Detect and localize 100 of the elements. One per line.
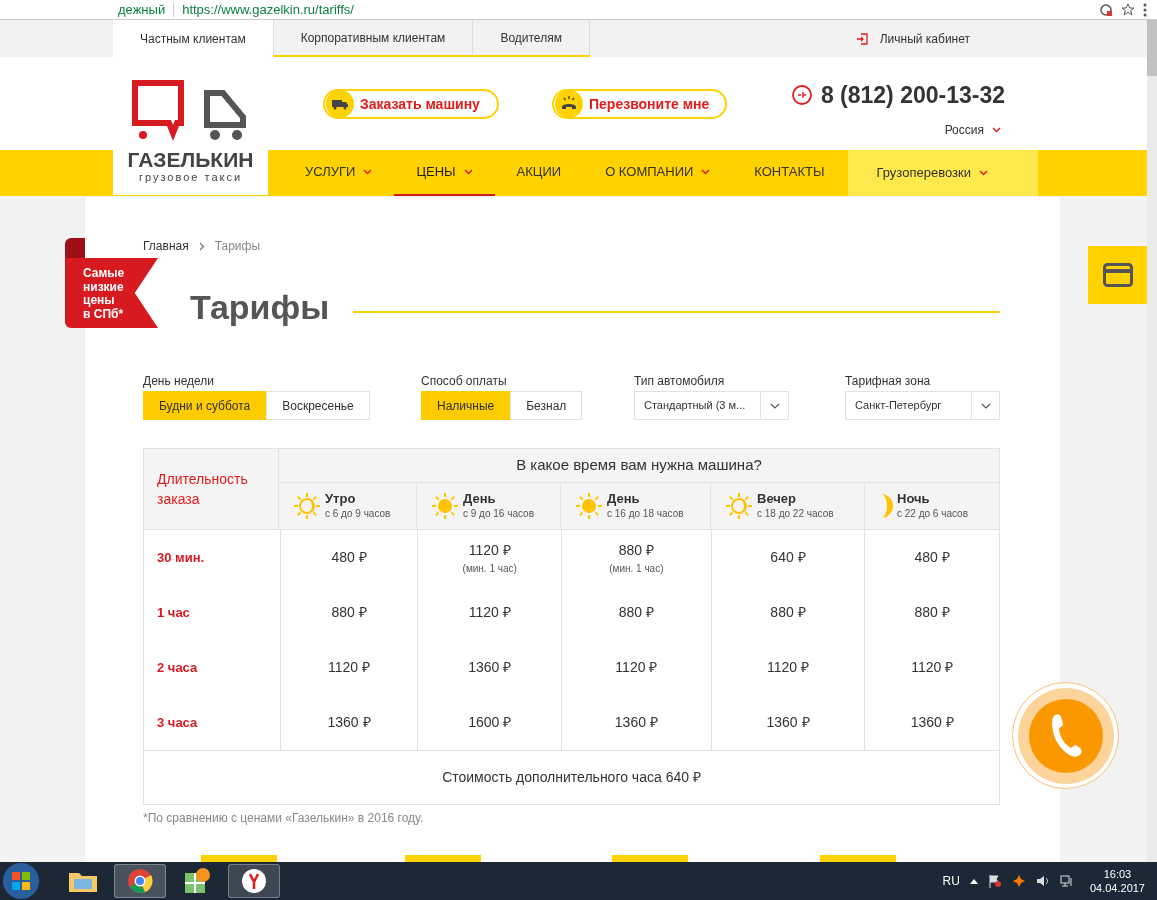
ribbon-text: в СПб* [83,307,125,321]
time-hours: с 16 до 18 часов [607,507,684,521]
logo-tagline: грузовое такси [138,171,243,183]
price-cell-text: 1360 ₽ [468,658,512,677]
caret-icon [978,170,988,176]
price-cell-text: 880 ₽ [618,603,654,622]
truck-icon [326,90,354,118]
region-selector[interactable]: Россия [944,120,984,139]
time-name: Утро [325,491,357,507]
order-button[interactable]: Заказать машину [323,89,499,119]
page-title: Тарифы [190,287,330,328]
price-cell-text: 1360 ₽ [910,713,954,732]
sun-icon [431,492,459,520]
caret-icon [980,402,991,409]
sun-icon [575,492,603,520]
account-link[interactable]: Личный кабинет [879,29,970,48]
client-tab[interactable]: Водителям [473,20,590,57]
caret-icon [701,169,711,175]
ribbon-text: низкие [83,280,125,294]
client-tab[interactable]: Корпоративным клиентам [273,20,474,57]
price-cell-text: 1120 ₽ [328,658,371,677]
language-indicator[interactable]: RU [942,872,960,890]
duration-cell-text: 3 часа [157,713,198,732]
nav-item[interactable]: УСЛУГИ [283,150,395,196]
chevron-icon [198,241,205,251]
payment-button[interactable] [1088,246,1147,304]
price-cell-text: 1360 ₽ [766,713,810,732]
price-note: (мин. 1 час) [462,561,517,576]
map-icon [183,867,211,895]
network-icon[interactable] [1059,874,1074,888]
price-cell-text: 480 ₽ [914,548,950,567]
breadcrumb-current: Тарифы [214,238,261,255]
scrollbar-thumb[interactable] [1147,20,1157,76]
filter-label: Способ оплаты [421,373,508,390]
corner-heading: Длительность заказа [157,470,249,509]
price-cell-text: 1120 ₽ [767,658,809,677]
caret-icon [463,169,473,175]
browser-icon [127,868,153,894]
callback-button[interactable]: Перезвоните мне [552,89,727,119]
caret-icon [769,402,780,409]
tray-arrow-icon[interactable] [969,878,978,884]
filter-label: День недели [143,373,216,390]
start-button[interactable] [3,863,39,899]
breadcrumb-link[interactable]: Главная [143,237,189,255]
price-cell-text: 1360 ₽ [614,713,658,732]
card-icon [1102,263,1133,287]
filter-option[interactable]: Будни и суббота [143,391,267,420]
filter-label: Тарифная зона [845,373,932,390]
filter-option[interactable]: Наличные [421,391,511,420]
select-field[interactable]: Стандартный (3 м... [634,391,789,420]
nav-item[interactable]: КОНТАКТЫ [732,150,847,196]
filter-label: Тип автомобиля [634,373,726,390]
address-bar[interactable]: дежный https://www.gazelkin.ru/tariffs/ [0,0,1157,20]
nav-item[interactable]: АКЦИИ [494,150,584,196]
time-hours: с 22 до 6 часов [897,507,968,521]
phone-number[interactable]: 8 (812) 200-13-32 [820,78,1005,113]
clock-date[interactable]: 04.04.2017 [1089,881,1145,895]
speaker-icon[interactable] [1035,874,1050,888]
flag-icon[interactable] [987,874,1002,888]
extra-hour-price: Стоимость дополнительного часа 640 ₽ [442,768,701,787]
logo-name: ГАЗЕЛЬКИН [127,149,254,171]
price-cell-text: 1120 ₽ [615,658,658,677]
price-cell-text: 1600 ₽ [468,713,512,732]
antivirus-icon[interactable] [1011,874,1026,888]
filter-option[interactable]: Безнал [510,391,583,420]
caret-icon [992,126,1001,133]
duration-cell-text: 30 мин. [157,548,205,567]
login-icon [855,32,868,45]
price-cell-text: 640 ₽ [770,548,806,567]
taskbar-app[interactable] [228,864,280,898]
star-icon[interactable] [1121,2,1135,17]
price-cell-text: 1120 ₽ [468,540,511,560]
browser-icon [241,868,267,894]
location-icon[interactable] [1099,2,1113,17]
caret-icon [363,169,373,175]
clock-time[interactable]: 16:03 [1103,867,1132,881]
windows-logo-icon [11,871,31,891]
select-field[interactable]: Санкт-Петербург [845,391,1000,420]
price-cell-text: 1120 ₽ [468,603,511,622]
price-cell-text: 880 ₽ [914,603,950,622]
sun-icon [725,492,753,520]
phone-icon [555,90,583,118]
price-cell-text: 1120 ₽ [911,658,954,677]
duration-cell-text: 2 часа [157,658,198,677]
footnote: *По сравнению с ценами «Газелькин» в 2016 году. [143,810,425,827]
price-cell-text: 480 ₽ [331,548,367,567]
price-cell-text: 880 ₽ [770,603,806,622]
nav-item[interactable]: Грузоперевозки [848,150,1039,196]
time-name: Ночь [897,491,931,507]
ribbon-text: Самые [83,267,125,281]
time-name: День [463,491,497,507]
table-heading: В какое время вам нужна машина? [516,455,762,476]
price-cell-text: 880 ₽ [331,603,367,622]
ribbon-fold [65,238,85,258]
client-tab[interactable]: Частным клиентам [113,20,274,57]
time-name: Вечер [757,491,797,507]
filter-option[interactable]: Воскресенье [266,391,370,420]
price-cell-text: 1360 ₽ [327,713,371,732]
menu-icon[interactable] [1143,2,1147,17]
nav-item[interactable]: О КОМПАНИИ [583,150,733,196]
